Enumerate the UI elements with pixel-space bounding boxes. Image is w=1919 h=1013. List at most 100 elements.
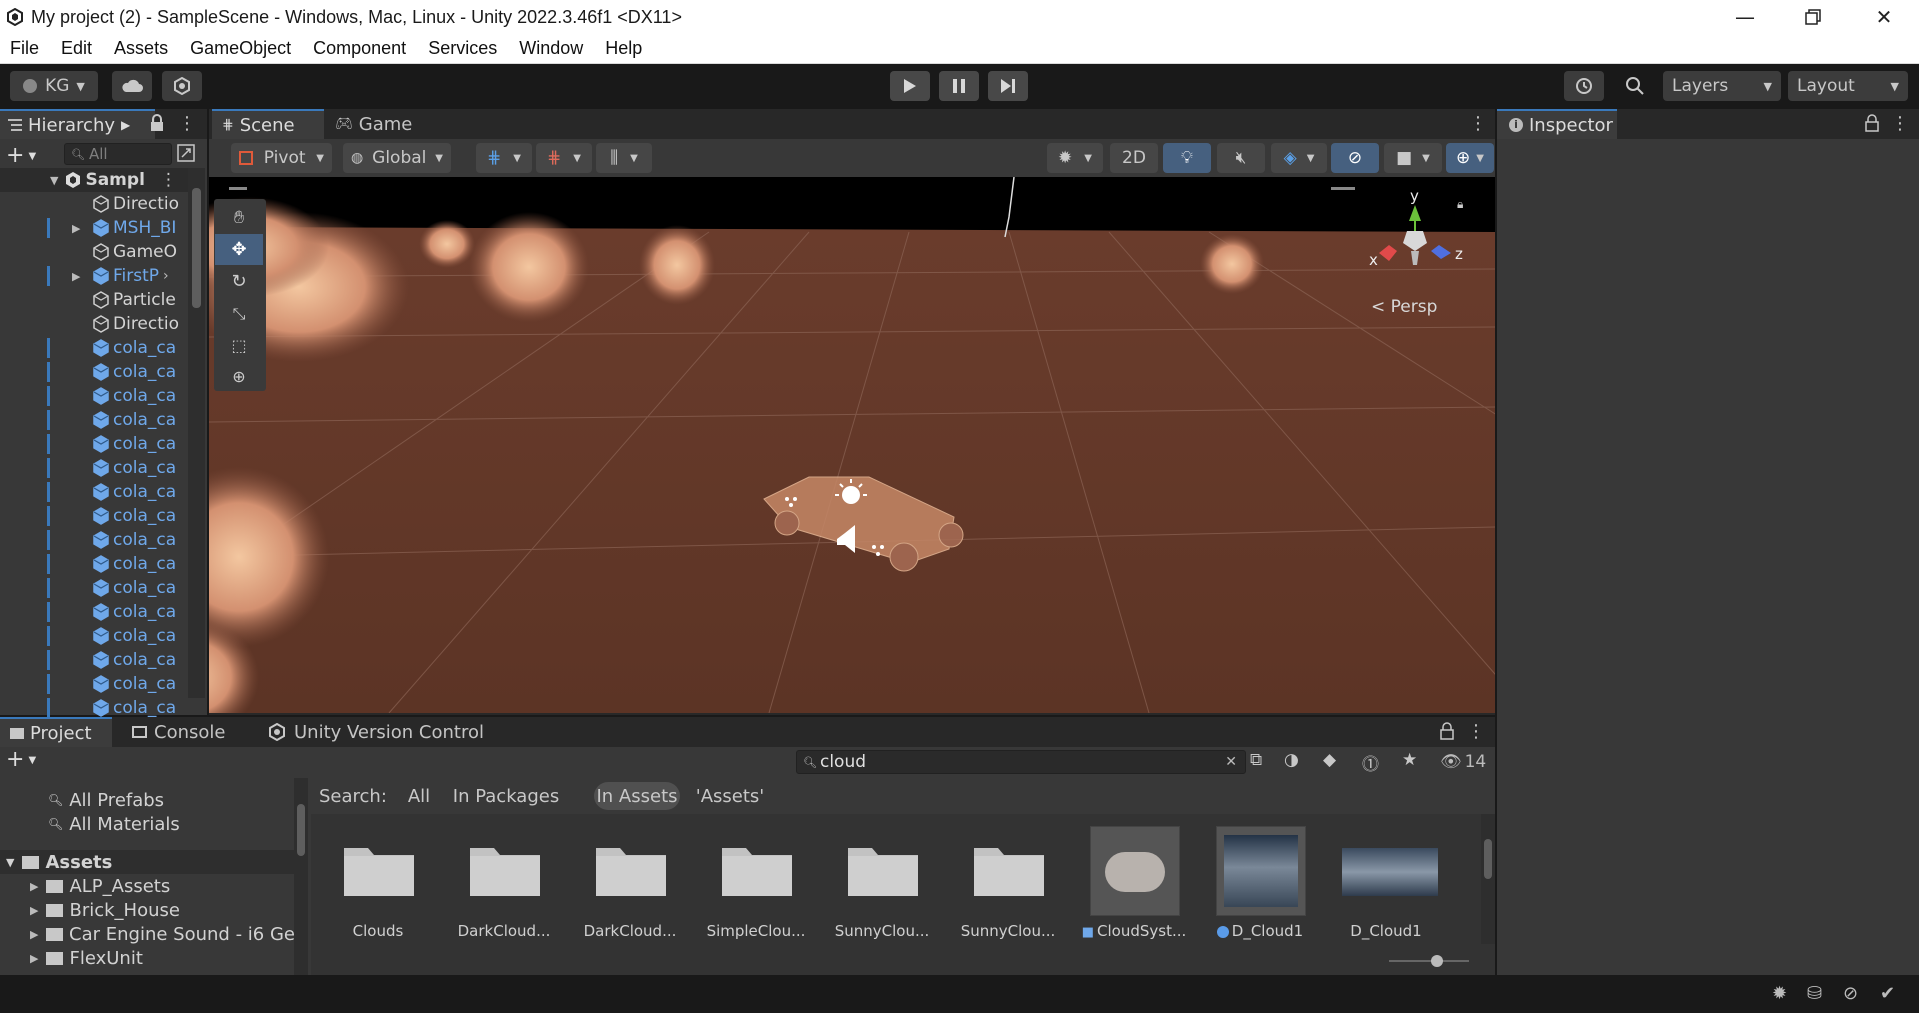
pause-button[interactable]: [939, 71, 979, 101]
asset-tile[interactable]: SunnyClou...: [953, 818, 1063, 948]
menu-file[interactable]: File: [0, 38, 50, 59]
asset-tile[interactable]: Clouds: [323, 818, 433, 948]
favorite-all-prefabs[interactable]: 🔍︎ All Prefabs: [0, 788, 295, 812]
layout-dropdown[interactable]: Layout ▼: [1788, 71, 1908, 101]
tab-console[interactable]: Console: [132, 717, 252, 747]
asset-tile[interactable]: D_Cloud1: [1331, 818, 1441, 948]
progress-check-icon[interactable]: ✔︎: [1880, 983, 1895, 1004]
toggle-2d-button[interactable]: 2D: [1110, 143, 1158, 173]
hierarchy-item[interactable]: cola_ca: [0, 432, 205, 456]
add-button[interactable]: + ▼: [6, 143, 46, 168]
hierarchy-item[interactable]: Directio: [0, 192, 205, 216]
icon-size-slider[interactable]: [1389, 955, 1469, 967]
grid-visibility-button[interactable]: ⋕ ▼: [536, 143, 592, 173]
camera-dropdown[interactable]: ■ ▼: [1384, 143, 1442, 173]
hierarchy-item[interactable]: cola_ca: [0, 456, 205, 480]
menu-assets[interactable]: Assets: [103, 38, 179, 59]
more-menu-icon[interactable]: ⋮: [178, 113, 196, 135]
expand-arrow-icon[interactable]: ▶: [30, 952, 38, 965]
grid-scrollbar[interactable]: [1481, 814, 1495, 944]
asset-tile[interactable]: DarkCloud...: [449, 818, 559, 948]
search-scope-1[interactable]: In Packages: [451, 782, 561, 810]
hierarchy-item[interactable]: cola_ca: [0, 576, 205, 600]
rotate-tool[interactable]: ↻: [215, 266, 263, 297]
hierarchy-item[interactable]: cola_ca: [0, 480, 205, 504]
clear-search-icon[interactable]: ✕: [1225, 754, 1237, 770]
chevron-right-icon[interactable]: ›: [163, 268, 169, 284]
menu-component[interactable]: Component: [302, 38, 417, 59]
audio-toggle[interactable]: 🔇︎: [1217, 143, 1265, 173]
undo-history-button[interactable]: [1564, 71, 1604, 101]
expand-arrow-icon[interactable]: ▶: [30, 928, 38, 941]
expand-arrow-icon[interactable]: ▶: [72, 270, 92, 283]
tab-game[interactable]: 🎮︎ Game: [335, 109, 435, 139]
hierarchy-item[interactable]: cola_ca: [0, 672, 205, 696]
hierarchy-item[interactable]: Particle: [0, 288, 205, 312]
expand-arrow-icon[interactable]: ▶: [72, 222, 92, 235]
asset-tile[interactable]: ■ CloudSyst...: [1079, 818, 1189, 948]
hierarchy-item[interactable]: cola_ca: [0, 528, 205, 552]
lock-icon[interactable]: [1865, 114, 1881, 134]
asset-tile[interactable]: D_Cloud1: [1205, 818, 1315, 948]
project-folder-item[interactable]: ▶ Brick_House: [0, 898, 295, 922]
hierarchy-item[interactable]: cola_ca: [0, 552, 205, 576]
scrollbar-thumb[interactable]: [1484, 839, 1492, 879]
asset-tile[interactable]: DarkCloud...: [575, 818, 685, 948]
project-search-input[interactable]: 🔍︎ cloud ✕: [796, 750, 1246, 774]
cloud-button[interactable]: [112, 71, 152, 101]
move-tool[interactable]: ✥: [215, 234, 263, 265]
step-button[interactable]: [988, 71, 1028, 101]
menu-gameobject[interactable]: GameObject: [179, 38, 302, 59]
restore-icon[interactable]: [1778, 0, 1848, 34]
cache-server-icon[interactable]: ⛁: [1807, 983, 1822, 1004]
scale-tool[interactable]: ⤡: [215, 298, 263, 329]
play-button[interactable]: [890, 71, 930, 101]
hierarchy-item[interactable]: GameO: [0, 240, 205, 264]
search-scope-3[interactable]: 'Assets': [696, 782, 764, 810]
hierarchy-item[interactable]: ▶ MSH_BI: [0, 216, 205, 240]
hidden-packages-toggle[interactable]: 👁︎ 14: [1440, 750, 1492, 774]
expand-arrow-icon[interactable]: ▶: [30, 904, 38, 917]
hierarchy-item[interactable]: Directio: [0, 312, 205, 336]
increment-snap-button[interactable]: ⫼ ▼: [596, 143, 652, 173]
menu-window[interactable]: Window: [508, 38, 594, 59]
auto-generate-lighting-icon[interactable]: ⊘: [1843, 983, 1858, 1004]
transform-tool[interactable]: ⊕: [215, 361, 263, 392]
hierarchy-item[interactable]: cola_ca: [0, 384, 205, 408]
slider-thumb[interactable]: [1431, 955, 1443, 967]
project-folder-item[interactable]: ▶ ALP_Assets: [0, 874, 295, 898]
grid-snap-button[interactable]: ⋕ ▼: [476, 143, 532, 173]
tab-scene[interactable]: ⋕ Scene: [212, 109, 324, 139]
minimize-icon[interactable]: —: [1710, 0, 1780, 34]
favorite-all-materials[interactable]: 🔍︎ All Materials: [0, 812, 295, 836]
tab-hierarchy[interactable]: Hierarchy ▶: [0, 109, 155, 139]
hand-tool[interactable]: ✋︎: [215, 202, 263, 233]
hierarchy-scene-row[interactable]: ▼ Sampl ⋮: [0, 168, 205, 192]
tab-inspector[interactable]: i Inspector: [1497, 109, 1617, 139]
hierarchy-item[interactable]: cola_ca: [0, 648, 205, 672]
rect-tool[interactable]: ⬚: [215, 330, 263, 361]
favorite-star-icon[interactable]: ★: [1402, 750, 1426, 774]
search-scope-0[interactable]: All: [399, 782, 439, 810]
menu-services[interactable]: Services: [417, 38, 508, 59]
more-menu-icon[interactable]: ⋮: [1469, 113, 1487, 135]
hierarchy-scrollbar[interactable]: [188, 168, 205, 698]
asset-tile[interactable]: SunnyClou...: [827, 818, 937, 948]
hierarchy-item[interactable]: ▶ FirstP ›: [0, 264, 205, 288]
scrollbar-thumb[interactable]: [297, 804, 305, 856]
tab-version-control[interactable]: Unity Version Control: [268, 717, 508, 747]
project-folder-item[interactable]: ▶ FlexUnit: [0, 946, 295, 970]
overlay-handle[interactable]: [229, 187, 247, 190]
debug-button[interactable]: ✹ ▼: [1047, 143, 1103, 173]
search-button[interactable]: [1615, 71, 1655, 101]
search-window-icon[interactable]: ⧉: [1250, 750, 1272, 774]
more-menu-icon[interactable]: ⋮: [160, 170, 177, 190]
lock-icon[interactable]: [150, 114, 166, 134]
layers-dropdown[interactable]: Layers ▼: [1663, 71, 1781, 101]
lock-icon[interactable]: 🔒︎: [1457, 197, 1463, 212]
hierarchy-search-input[interactable]: 🔍︎ All: [64, 143, 172, 165]
search-scope-2[interactable]: In Assets: [594, 782, 680, 810]
orientation-gizmo[interactable]: y x z 🔒︎: [1355, 187, 1475, 281]
more-menu-icon[interactable]: ⋮: [1891, 113, 1909, 135]
project-folder-item[interactable]: ▶ Car Engine Sound - i6 Ge: [0, 922, 295, 946]
